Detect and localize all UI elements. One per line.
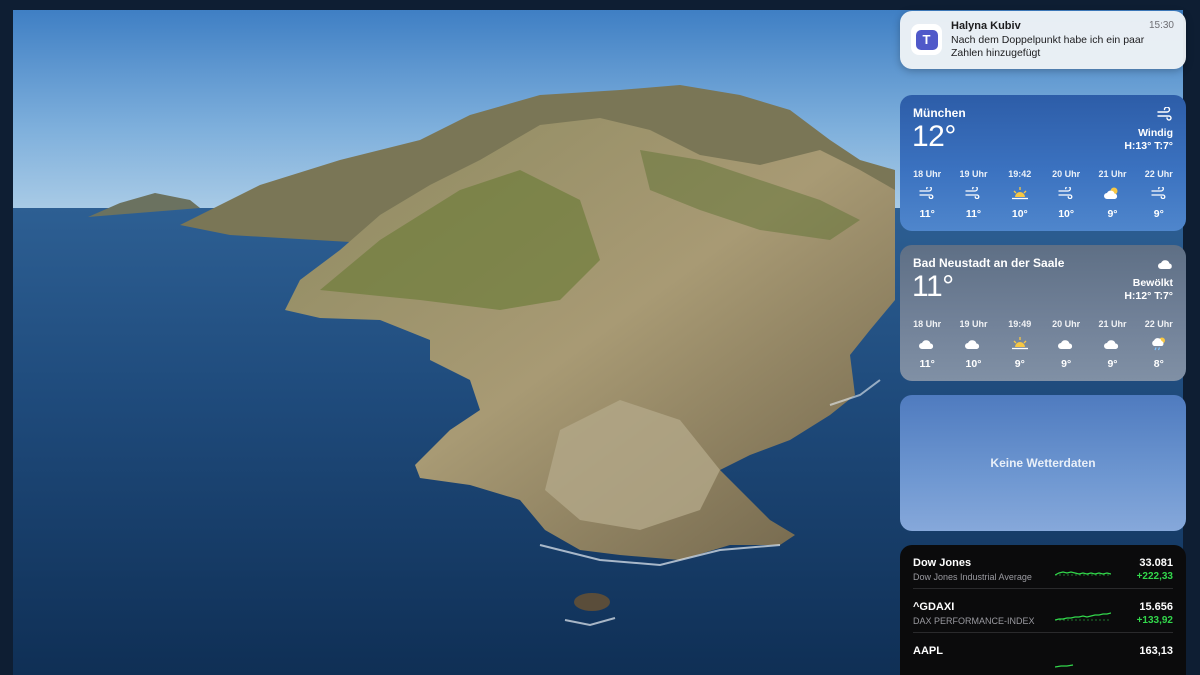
microsoft-teams-icon (911, 24, 942, 55)
forecast-hour: 19:49 9° (1008, 319, 1032, 370)
stock-row-dow-jones[interactable]: Dow Jones Dow Jones Industrial Average 3… (900, 545, 1186, 589)
stock-price: 33.081 (1139, 557, 1173, 569)
stock-row-gdaxi[interactable]: ^GDAXI DAX PERFORMANCE-INDEX 15.656 +133… (900, 589, 1186, 633)
forecast-hour: 19 Uhr 10° (959, 319, 988, 370)
stocks-widget[interactable]: Dow Jones Dow Jones Industrial Average 3… (900, 545, 1186, 675)
weather-current-temp: 12° (912, 120, 956, 153)
notification-message: Nach dem Doppelpunkt habe ich ein paar Z… (951, 34, 1145, 59)
forecast-hour: 21 Uhr 9° (1098, 319, 1127, 370)
stock-sparkline (1055, 612, 1111, 621)
forecast-hour: 18 Uhr 11° (913, 319, 942, 370)
cloud-icon (1104, 339, 1119, 349)
weather-city: München (913, 106, 966, 120)
forecast-hour: 19 Uhr 11° (959, 169, 988, 220)
wind-icon (1157, 107, 1172, 121)
weather-high-low: H:12° T:7° (1124, 290, 1173, 302)
weather-widget-muenchen[interactable]: München 12° Windig H:13° T:7° 18 Uhr 11°… (900, 95, 1186, 231)
stock-row-aapl[interactable]: AAPL 163,13 (900, 633, 1186, 675)
forecast-hour: 22 Uhr 8° (1144, 319, 1173, 370)
stock-price: 163,13 (1139, 645, 1173, 657)
no-weather-data-message: Keine Wetterdaten (990, 456, 1096, 470)
forecast-hour: 21 Uhr 9° (1098, 169, 1127, 220)
notification-banner[interactable]: Halyna Kubiv 15:30 Nach dem Doppelpunkt … (900, 11, 1186, 69)
forecast-hour: 18 Uhr 11° (913, 169, 942, 220)
hourly-forecast: 18 Uhr 11° 19 Uhr 11° 19:42 10° 20 Uhr 1… (904, 169, 1182, 220)
stock-symbol: ^GDAXI (913, 601, 955, 613)
weather-condition: Windig (1138, 127, 1173, 139)
weather-high-low: H:13° T:7° (1124, 140, 1173, 152)
notification-time: 15:30 (1148, 20, 1174, 31)
wind-icon (965, 187, 980, 199)
stock-price: 15.656 (1139, 601, 1173, 613)
weather-widget-empty[interactable]: Keine Wetterdaten (900, 395, 1186, 531)
sunset-icon (1011, 337, 1028, 350)
stock-change: +222,33 (1136, 571, 1173, 582)
stock-sparkline (1055, 664, 1074, 668)
forecast-hour: 20 Uhr 10° (1052, 169, 1081, 220)
sunset-icon (1011, 187, 1028, 200)
weather-widget-bad-neustadt[interactable]: Bad Neustadt an der Saale 11° Bewölkt H:… (900, 245, 1186, 381)
cloud-icon (965, 339, 980, 349)
weather-city: Bad Neustadt an der Saale (913, 256, 1065, 270)
forecast-hour: 22 Uhr 9° (1144, 169, 1173, 220)
weather-current-temp: 11° (912, 270, 954, 303)
cloud-icon (919, 339, 934, 349)
stock-sparkline (1055, 571, 1111, 576)
stock-name: DAX PERFORMANCE-INDEX (913, 616, 1035, 626)
partly-cloudy-icon (1104, 187, 1118, 199)
wind-icon (919, 187, 934, 199)
stock-name: Dow Jones Industrial Average (913, 572, 1032, 582)
wind-icon (1058, 187, 1073, 199)
stock-change: +133,92 (1136, 615, 1173, 626)
notification-sender: Halyna Kubiv (951, 20, 1021, 32)
partly-cloudy-rain-icon (1151, 337, 1165, 350)
cloud-icon (1158, 260, 1172, 269)
cloud-icon (1058, 339, 1073, 349)
stock-symbol: Dow Jones (913, 557, 972, 569)
weather-condition: Bewölkt (1132, 277, 1173, 289)
forecast-hour: 19:42 10° (1008, 169, 1032, 220)
forecast-hour: 20 Uhr 9° (1052, 319, 1081, 370)
wind-icon (1151, 187, 1166, 199)
stock-symbol: AAPL (913, 645, 943, 657)
hourly-forecast: 18 Uhr 11° 19 Uhr 10° 19:49 9° 20 Uhr 9°… (904, 319, 1182, 370)
